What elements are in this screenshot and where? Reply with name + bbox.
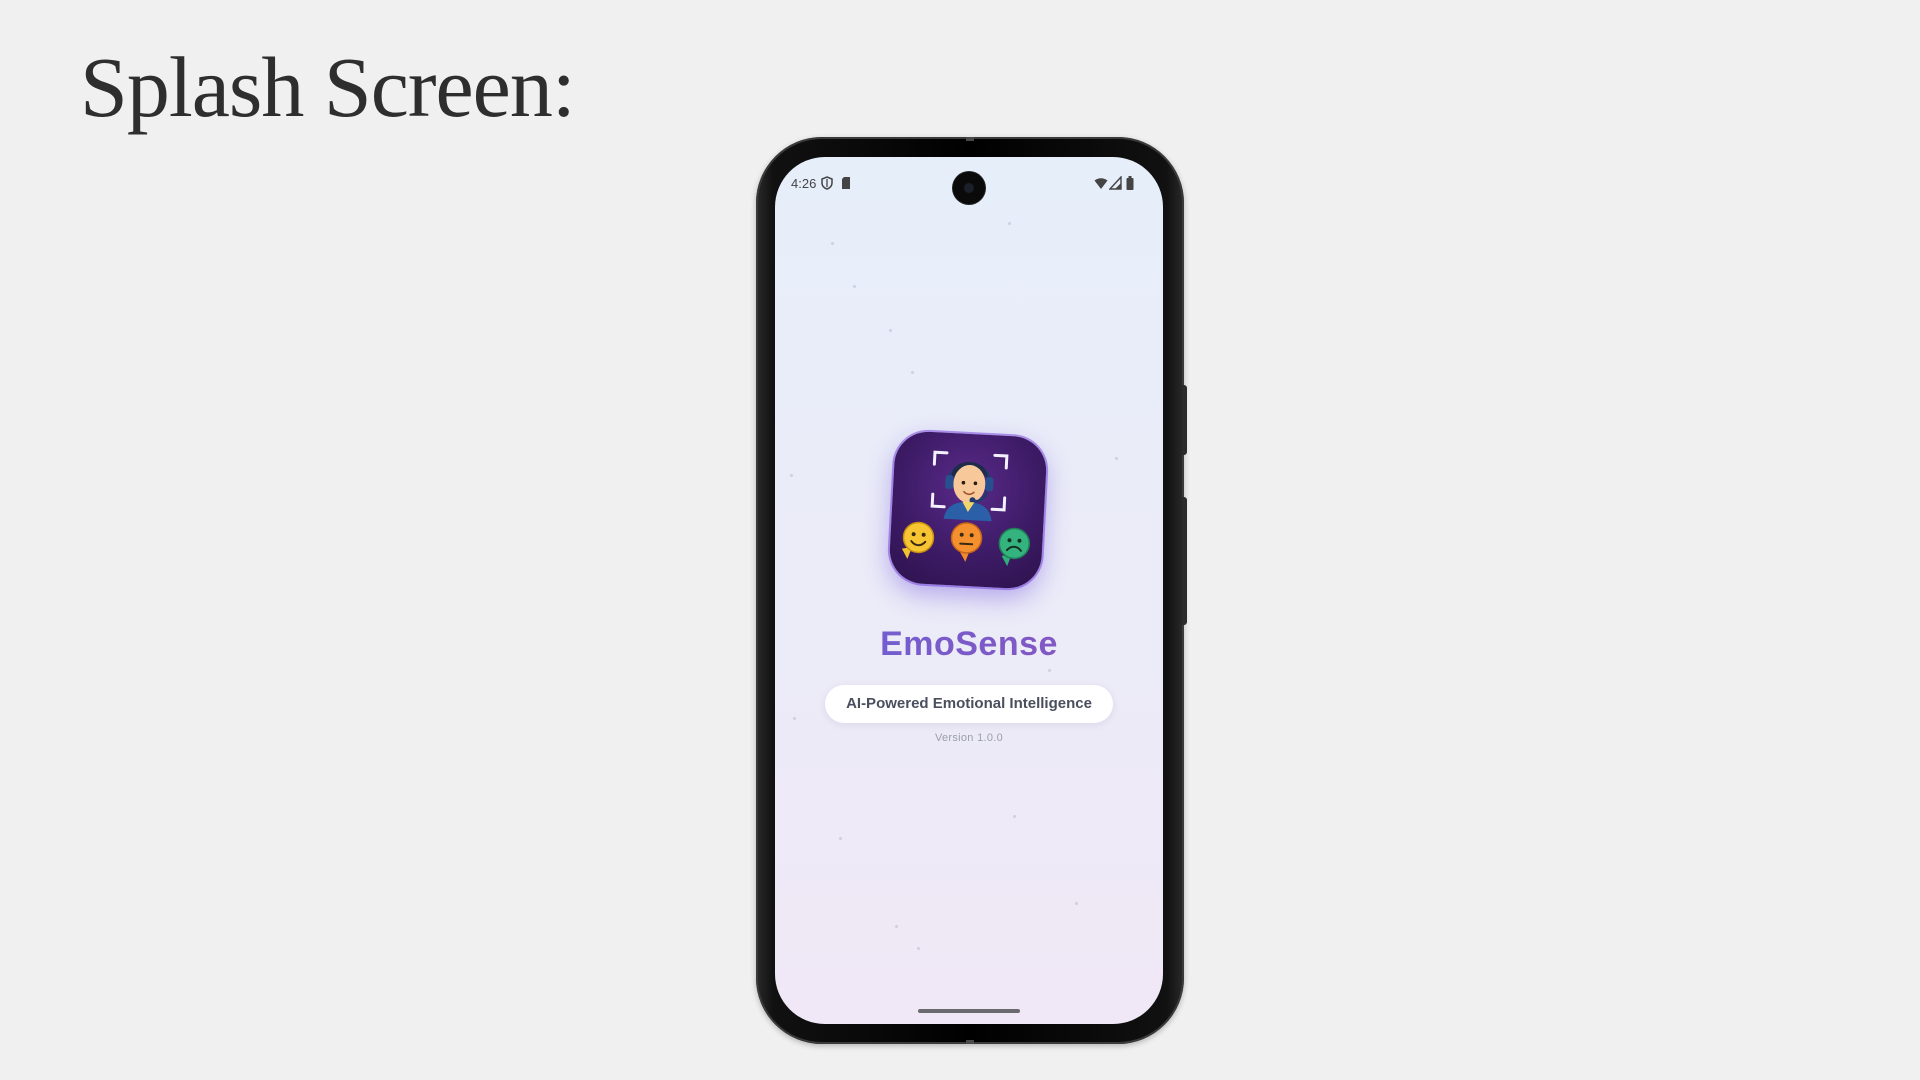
background-particle	[889, 329, 892, 332]
emosense-logo-icon	[888, 430, 1048, 590]
cellular-signal-icon	[1109, 176, 1122, 190]
background-particle	[1013, 815, 1016, 818]
background-particle	[1008, 222, 1011, 225]
power-button	[1182, 385, 1187, 455]
status-bar: 4:26	[775, 157, 1163, 204]
slide-title: Splash Screen:	[80, 39, 576, 135]
background-particle	[1115, 457, 1118, 460]
antenna-line	[966, 137, 974, 141]
front-camera	[953, 172, 985, 204]
background-particle	[831, 242, 834, 245]
background-particle	[839, 837, 842, 840]
phone-mockup: 4:26 EmoSense AI-Powered Emotional Intel…	[756, 137, 1187, 1044]
volume-button	[1182, 497, 1187, 625]
background-particle	[1048, 669, 1051, 672]
background-particle	[895, 925, 898, 928]
battery-icon	[1126, 176, 1134, 190]
tagline-badge: AI-Powered Emotional Intelligence	[825, 685, 1113, 723]
background-particle	[1075, 902, 1078, 905]
vpn-shield-icon	[821, 176, 833, 190]
wifi-icon	[1094, 178, 1108, 189]
home-indicator[interactable]	[918, 1009, 1020, 1013]
slide: Splash Screen: 4:26 EmoSense AI-Powered …	[0, 0, 1920, 1080]
background-particle	[911, 371, 914, 374]
logo-illustration	[901, 450, 1031, 567]
app-name: EmoSense	[775, 625, 1163, 664]
sd-card-icon	[842, 177, 850, 189]
version-label: Version 1.0.0	[934, 732, 1004, 744]
background-particle	[793, 717, 796, 720]
background-particle	[917, 947, 920, 950]
phone-screen: 4:26 EmoSense AI-Powered Emotional Intel…	[775, 157, 1163, 1024]
background-particle	[853, 285, 856, 288]
antenna-line	[966, 1040, 974, 1044]
background-particle	[790, 474, 793, 477]
status-time: 4:26	[791, 176, 817, 191]
